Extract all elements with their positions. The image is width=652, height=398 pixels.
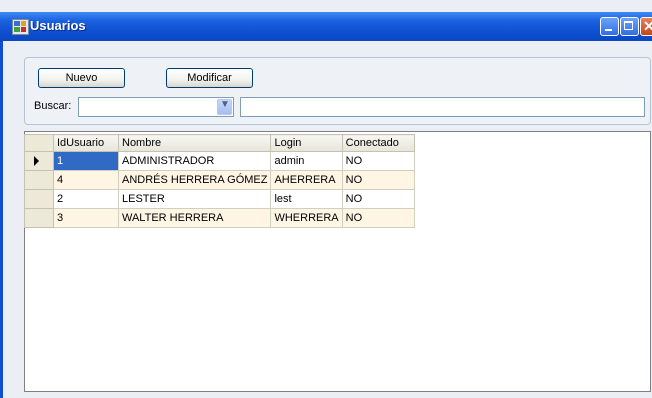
cell-conectado[interactable]: NO xyxy=(341,151,415,171)
cell-conectado[interactable]: NO xyxy=(341,189,415,209)
cell-login[interactable]: WHERRERA xyxy=(270,208,343,228)
column-header-nombre[interactable]: Nombre xyxy=(117,134,272,152)
chevron-down-icon[interactable]: ▼ xyxy=(217,99,232,115)
cell-idusuario[interactable]: 4 xyxy=(53,170,119,190)
current-row-arrow-icon xyxy=(34,156,39,166)
close-icon[interactable]: ✕ xyxy=(640,17,652,36)
modificar-button[interactable]: Modificar xyxy=(166,68,253,88)
cell-idusuario[interactable]: 2 xyxy=(53,189,119,209)
grid-corner-header[interactable] xyxy=(24,134,54,152)
minimize-icon[interactable] xyxy=(600,17,619,36)
row-header[interactable] xyxy=(24,151,54,171)
window-border xyxy=(0,41,3,398)
table-row[interactable]: 3 WALTER HERRERA WHERRERA NO xyxy=(24,208,415,228)
cell-nombre[interactable]: WALTER HERRERA xyxy=(117,208,272,228)
column-header-conectado[interactable]: Conectado xyxy=(341,134,415,152)
row-header[interactable] xyxy=(24,170,54,190)
table-row[interactable]: 4 ANDRÉS HERRERA GÓMEZ AHERRERA NO xyxy=(24,170,415,190)
title-bar[interactable] xyxy=(0,12,652,41)
search-input[interactable] xyxy=(240,97,645,117)
cell-nombre[interactable]: ADMINISTRADOR xyxy=(117,151,272,171)
column-header-login[interactable]: Login xyxy=(270,134,343,152)
search-field-combo[interactable]: ▼ xyxy=(78,97,234,117)
cell-login[interactable]: lest xyxy=(270,189,343,209)
cell-idusuario[interactable]: 1 xyxy=(53,151,119,171)
column-header-idusuario[interactable]: IdUsuario xyxy=(53,134,119,152)
cell-login[interactable]: AHERRERA xyxy=(270,170,343,190)
table-row[interactable]: 1 ADMINISTRADOR admin NO xyxy=(24,151,415,171)
cell-conectado[interactable]: NO xyxy=(341,170,415,190)
usuarios-window: Usuarios ✕ Nuevo Modificar Buscar: ▼ IdU… xyxy=(0,0,652,398)
nuevo-button[interactable]: Nuevo xyxy=(38,68,125,88)
buscar-label: Buscar: xyxy=(34,100,72,112)
cell-login[interactable]: admin xyxy=(270,151,343,171)
row-header[interactable] xyxy=(24,208,54,228)
row-header[interactable] xyxy=(24,189,54,209)
cell-idusuario[interactable]: 3 xyxy=(53,208,119,228)
users-table: IdUsuario Nombre Login Conectado 1 ADMIN… xyxy=(24,134,415,228)
cell-nombre[interactable]: ANDRÉS HERRERA GÓMEZ xyxy=(117,170,272,190)
table-row[interactable]: 2 LESTER lest NO xyxy=(24,189,415,209)
cell-conectado[interactable]: NO xyxy=(341,208,415,228)
cell-nombre[interactable]: LESTER xyxy=(117,189,272,209)
app-icon[interactable] xyxy=(12,19,29,35)
window-title: Usuarios xyxy=(30,18,86,33)
maximize-icon[interactable] xyxy=(620,17,639,36)
